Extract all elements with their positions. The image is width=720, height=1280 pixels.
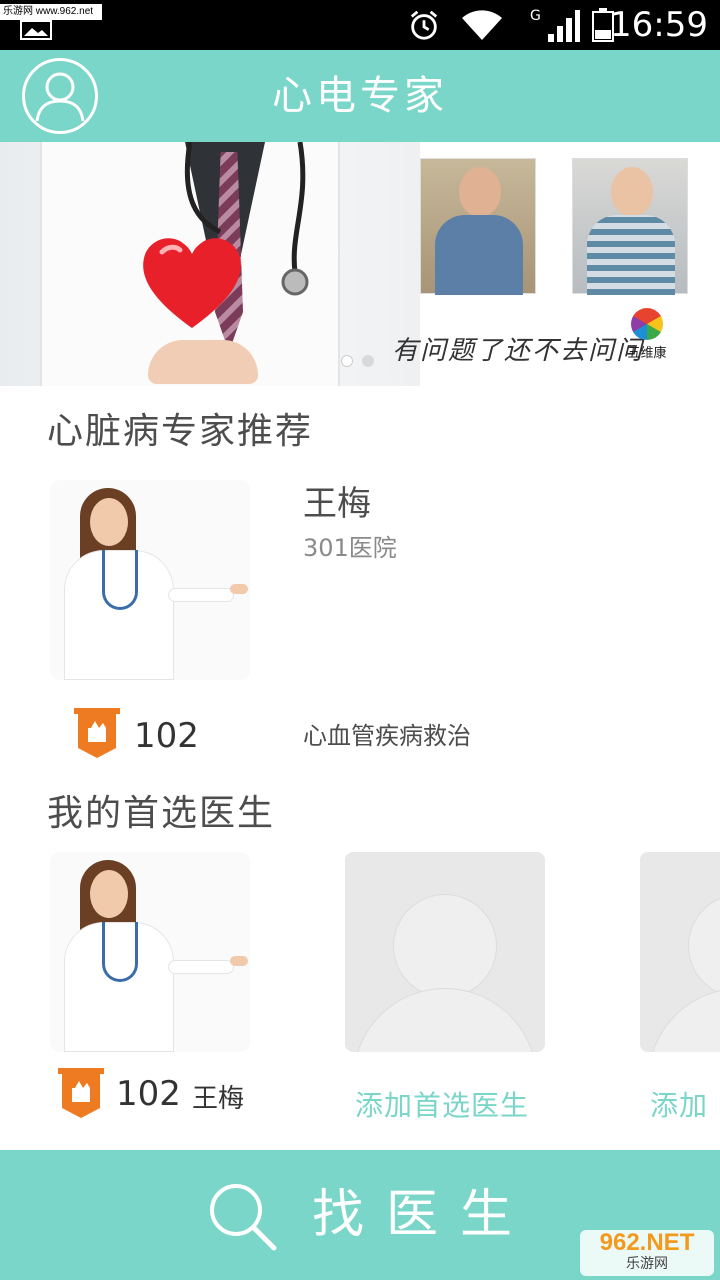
preferred-doctor-name: 王梅 <box>192 1084 245 1114</box>
svg-text:G: G <box>530 8 541 24</box>
banner-page-indicator <box>341 352 378 371</box>
avatar-placeholder-icon <box>393 894 497 998</box>
recommended-doctor-photo[interactable] <box>50 480 250 680</box>
flag-badge-icon <box>58 1068 104 1118</box>
find-doctor-label: 找医生 <box>312 1185 535 1245</box>
banner-photo-1 <box>420 158 536 295</box>
site-logo-watermark: 962.NET 乐游网 <box>580 1230 714 1276</box>
brand-logo-mark-icon <box>631 308 663 340</box>
clock: 16:59 <box>610 5 708 45</box>
recommended-doctor-name[interactable]: 王梅 <box>303 476 371 525</box>
add-preferred-doctor-label-2[interactable]: 添加 <box>650 1084 720 1124</box>
hand-illustration <box>148 340 258 384</box>
banner-slogan: 有问题了还不去问问 <box>392 336 645 366</box>
recommend-section-title: 心脏病专家推荐 <box>47 411 314 452</box>
watermark-site-name: 乐游网 <box>626 1256 668 1272</box>
wifi-icon <box>462 10 502 40</box>
watermark-domain: 962.NET <box>599 1229 695 1256</box>
preferred-doctor-count: 102 <box>116 1074 181 1114</box>
page-dot-1[interactable] <box>341 355 353 367</box>
signal-icon: G <box>530 8 580 42</box>
alarm-icon <box>410 10 438 40</box>
promo-banner[interactable]: 有问题了还不去问问 五维康 <box>0 142 720 386</box>
heart-icon <box>143 238 241 328</box>
avatar-placeholder-icon <box>688 894 720 998</box>
gallery-notification-icon <box>20 20 52 40</box>
recommended-doctor-hospital: 301医院 <box>303 534 397 562</box>
search-icon <box>210 1184 277 1251</box>
flag-badge-icon <box>74 708 120 758</box>
banner-photo-2 <box>572 158 688 295</box>
preferred-section-title: 我的首选医生 <box>47 793 276 834</box>
app-bar: 心电专家 <box>0 50 720 142</box>
brand-logo-text: 五维康 <box>627 346 667 361</box>
brand-logo: 五维康 <box>624 308 670 378</box>
add-preferred-doctor-slot[interactable] <box>345 852 545 1052</box>
page-title: 心电专家 <box>272 73 448 119</box>
status-bar: 乐游网 www.962.net G 16:59 <box>0 0 720 50</box>
page-dot-2[interactable] <box>362 355 375 367</box>
banner-doctor-image <box>0 142 420 386</box>
preferred-doctor-photo[interactable] <box>50 852 250 1052</box>
add-preferred-doctor-slot-2[interactable] <box>640 852 720 1052</box>
recommended-doctor-specialty: 心血管疾病救治 <box>303 722 471 750</box>
site-watermark: 乐游网 www.962.net <box>0 4 102 20</box>
recommended-doctor-count: 102 <box>134 716 199 756</box>
add-preferred-doctor-label[interactable]: 添加首选医生 <box>355 1084 529 1124</box>
